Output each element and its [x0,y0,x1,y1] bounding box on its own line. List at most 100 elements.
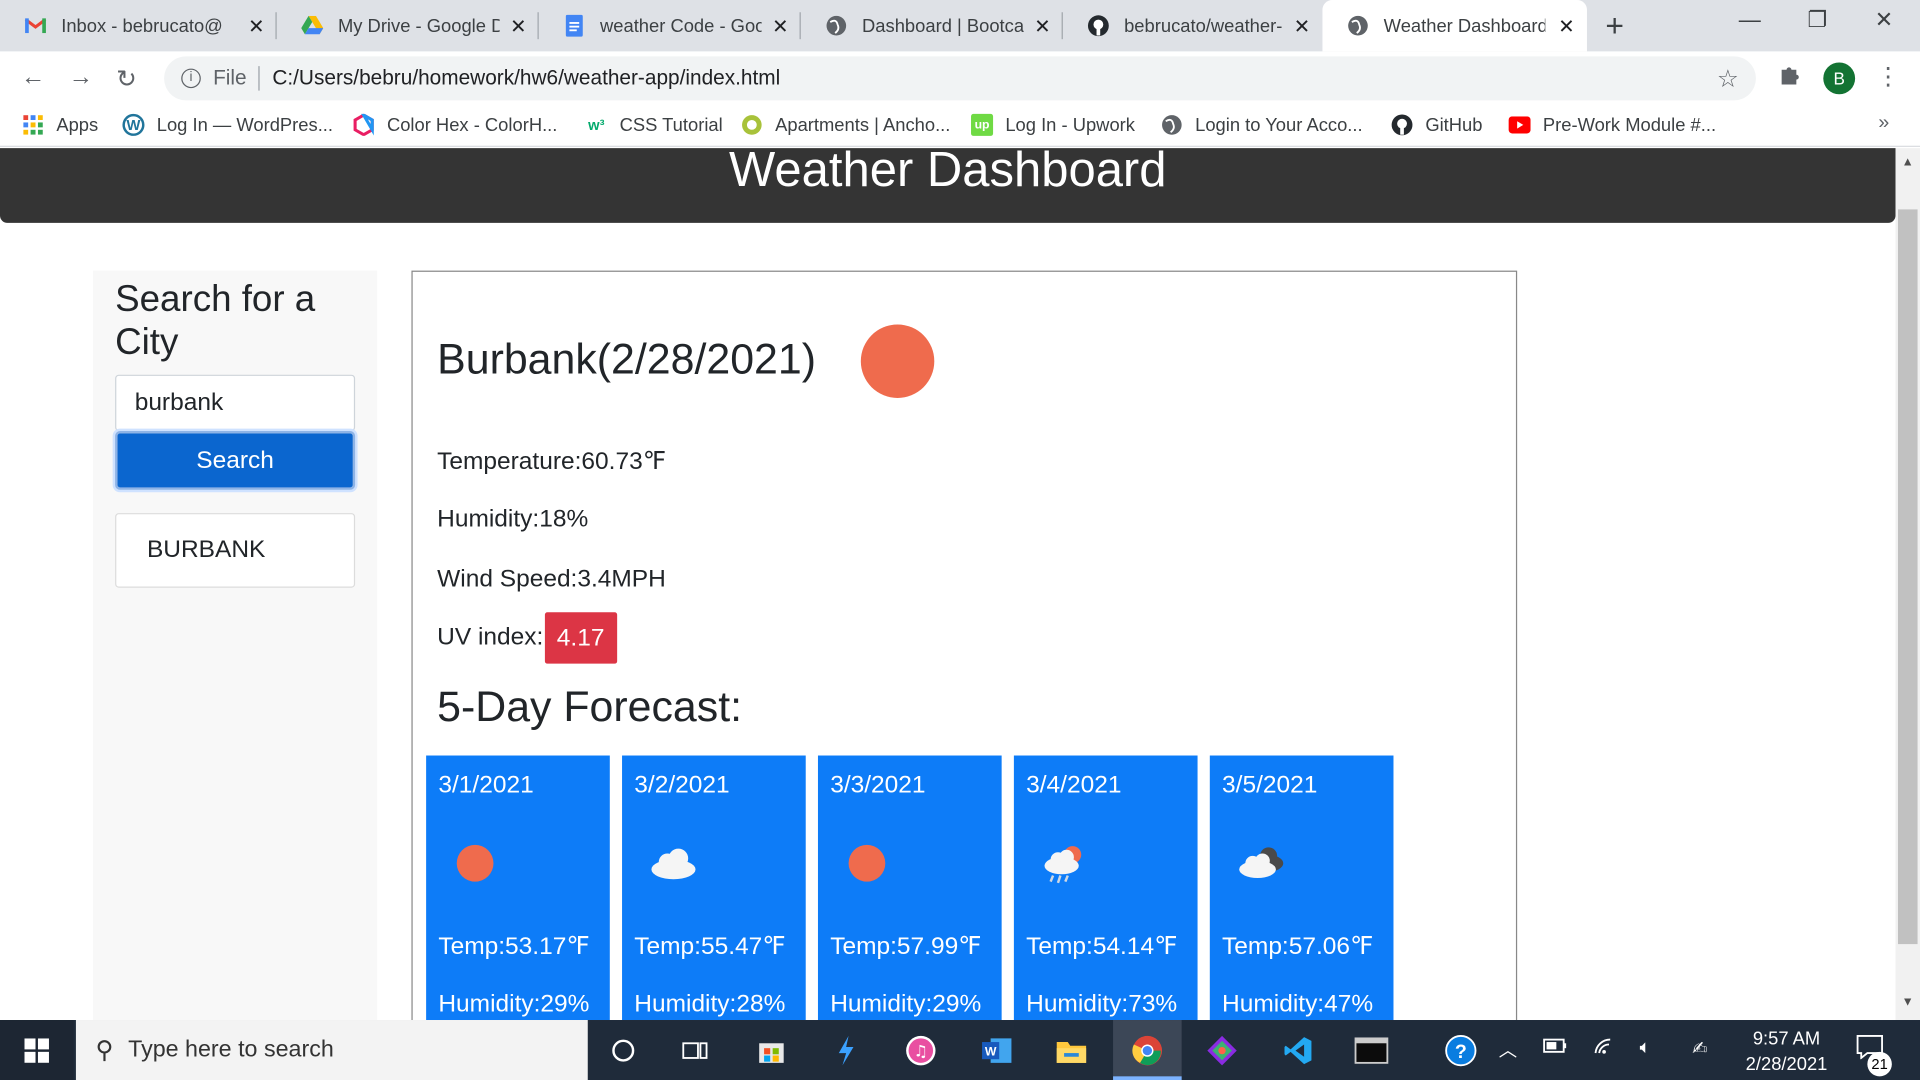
chevron-up-icon[interactable]: ︿ [1499,1037,1517,1063]
back-arrow-icon[interactable]: ← [21,64,45,92]
chrome-icon[interactable] [1129,1032,1166,1069]
address-scheme: File [213,66,247,90]
new-tab-icon[interactable]: + [1605,7,1624,45]
scroll-up-arrow-icon[interactable]: ▲ [1902,156,1914,169]
close-icon[interactable]: ✕ [248,15,264,39]
forecast-date: 3/4/2021 [1026,771,1122,799]
bookmark-colorhex[interactable]: Color Hex - ColorH... [353,113,557,136]
github-icon [1391,114,1413,136]
bookmark-wordpress[interactable]: W Log In — WordPres... [122,113,334,136]
forecast-card: 3/1/2021 Temp:53.17℉ Humidity:29% [426,755,610,1021]
lightning-app-icon[interactable] [828,1032,865,1069]
apartments-icon [741,114,763,136]
tab-title: Weather Dashboard [1383,15,1546,37]
tab-title: Dashboard | Bootcan [862,15,1024,37]
address-url[interactable]: C:/Users/bebru/homework/hw6/weather-app/… [272,66,780,90]
google-docs-icon [563,14,585,37]
forecast-date: 3/2/2021 [634,771,730,799]
current-uv-index: UV index: 4.17 [437,612,617,664]
taskbar-search-box[interactable]: ⚲ Type here to search [75,1020,588,1080]
volume-icon[interactable]: 🔈︎ [1640,1037,1651,1058]
pen-icon[interactable]: ✍︎ [1692,1037,1707,1059]
store-icon[interactable] [753,1032,790,1069]
search-history-item[interactable]: BURBANK [115,513,356,588]
itunes-icon[interactable]: ♫ [902,1032,939,1069]
tab-bootcamp-dashboard[interactable]: Dashboard | Bootcan ✕ [801,0,1063,51]
window-close-icon[interactable]: ✕ [1875,7,1893,33]
gmail-icon [24,15,47,37]
current-humidity: Humidity:18% [437,505,589,533]
forward-arrow-icon[interactable]: → [69,64,93,92]
sun-icon [453,839,502,888]
tab-weather-dashboard[interactable]: Weather Dashboard ✕ [1322,0,1587,52]
scrollbar-thumb[interactable] [1897,209,1918,945]
close-icon[interactable]: ✕ [1294,15,1310,39]
tab-title: weather Code - Goo [600,15,762,37]
address-bar[interactable]: i File C:/Users/bebru/homework/hw6/weath… [164,56,1756,101]
current-temperature: Temperature:60.73℉ [437,448,667,476]
word-icon[interactable]: W [978,1032,1015,1069]
tab-google-drive[interactable]: My Drive - Google D ✕ [277,0,539,51]
battery-icon[interactable] [1543,1037,1567,1058]
windows-start-button[interactable] [0,1020,74,1080]
search-icon: ⚲ [95,1037,114,1065]
bookmark-upwork[interactable]: up Log In - Upwork [971,113,1135,136]
bookmark-prework[interactable]: Pre-Work Module #... [1508,114,1717,136]
svg-text:?: ? [1455,1041,1467,1063]
help-icon[interactable]: ? [1442,1032,1479,1069]
close-icon[interactable]: ✕ [1558,15,1574,39]
minimize-icon[interactable]: — [1739,7,1761,33]
bookmark-login-account[interactable]: Login to Your Acco... [1161,114,1363,136]
windows-taskbar: ⚲ Type here to search ♫ W ? ︿ 🔈︎ ✍︎ 9:57… [0,1020,1920,1080]
browser-tab-strip: Inbox - bebrucato@ ✕ My Drive - Google D… [0,0,1920,52]
tab-google-docs[interactable]: weather Code - Goo ✕ [539,0,801,51]
tab-github-repo[interactable]: bebrucato/weather- ✕ [1063,0,1323,51]
cloud-icon [649,839,698,888]
kebab-menu-icon[interactable]: ⋮ [1876,61,1900,92]
bookmark-label: Log In — WordPres... [156,114,334,136]
reload-icon[interactable]: ↻ [116,64,137,95]
city-search-input[interactable] [115,374,356,432]
uv-badge: 4.17 [544,612,617,664]
terminal-icon[interactable] [1353,1032,1390,1069]
cortana-icon[interactable] [605,1032,642,1069]
bookmark-apps[interactable]: Apps [22,114,98,136]
extensions-puzzle-icon[interactable] [1778,64,1800,92]
bookmark-css-tutorial[interactable]: w³ CSS Tutorial [585,114,723,136]
page-title: Weather Dashboard [729,148,1167,198]
clock-date: 2/28/2021 [1745,1054,1828,1076]
close-icon[interactable]: ✕ [510,15,526,39]
git-gui-icon[interactable] [1204,1032,1241,1069]
more-bookmarks-icon[interactable]: » [1878,113,1889,135]
forecast-date: 3/5/2021 [1222,771,1318,799]
wifi-icon[interactable] [1593,1037,1615,1059]
weather-panel: Burbank(2/28/2021) Temperature:60.73℉ Hu… [411,270,1518,1021]
svg-text:♫: ♫ [914,1042,928,1061]
close-icon[interactable]: ✕ [772,15,788,39]
bookmark-label: CSS Tutorial [619,114,723,136]
bookmark-label: Pre-Work Module #... [1542,114,1717,136]
apps-grid-icon [22,114,44,136]
youtube-icon [1508,114,1531,136]
taskbar-clock[interactable]: 9:57 AM 2/28/2021 [1729,1026,1844,1077]
info-icon[interactable]: i [181,68,201,89]
restore-icon[interactable]: ❐ [1807,7,1827,33]
close-icon[interactable]: ✕ [1034,15,1050,39]
google-drive-icon [301,15,324,37]
tab-gmail[interactable]: Inbox - bebrucato@ ✕ [0,0,277,51]
profile-avatar[interactable]: B [1823,62,1856,95]
page-scrollbar[interactable]: ▲ ▼ [1895,148,1920,1021]
colorhex-icon [353,113,375,136]
file-explorer-icon[interactable] [1053,1032,1090,1069]
forecast-humidity: Humidity:28% [634,990,786,1018]
bookmark-github[interactable]: GitHub [1391,114,1482,136]
scroll-down-arrow-icon[interactable]: ▼ [1902,996,1914,1009]
bookmark-star-icon[interactable]: ☆ [1717,64,1739,95]
bookmark-label: Log In - Upwork [1005,114,1135,136]
page-viewport: Weather Dashboard Search for a City Sear… [0,148,1920,1021]
search-button[interactable]: Search [115,431,356,490]
task-view-icon[interactable] [677,1032,714,1069]
bookmark-apartments[interactable]: Apartments | Ancho... [741,114,950,136]
vscode-icon[interactable] [1280,1032,1317,1069]
forecast-temp: Temp:57.06℉ [1222,933,1374,961]
